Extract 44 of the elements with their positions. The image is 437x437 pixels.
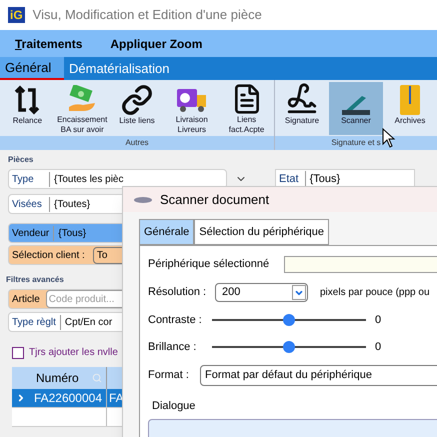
group-label: Autres <box>125 137 149 149</box>
checkbox-label: Tjrs ajouter les nvlle <box>29 346 118 360</box>
slider-value: 0 <box>375 313 382 328</box>
menu-item[interactable]: Traitements <box>15 34 82 52</box>
field-label: Brillance : <box>148 340 198 354</box>
table-cell-text: FA22600004 <box>34 390 102 407</box>
ribbon-button[interactable]: Livraison Livreurs <box>164 82 219 135</box>
field-label: Résolution : <box>148 285 208 300</box>
filter-label: Vendeur <box>12 226 54 240</box>
unit-label: pixels par pouce (ppp ou <box>320 286 430 300</box>
format-combo[interactable]: Format par défaut du périphérique <box>200 365 437 386</box>
ribbon-button[interactable]: Liste liens <box>110 82 164 135</box>
section-label: Filtres avancés <box>5 274 65 286</box>
field-label: Contraste : <box>148 313 203 328</box>
filter-label: Article <box>12 292 41 306</box>
filter-value[interactable]: {Toutes} <box>50 196 90 212</box>
tab[interactable]: Sélection du périphérique <box>194 219 330 245</box>
slider-value: 0 <box>375 340 382 354</box>
filter-value[interactable]: Cpt/En cor <box>60 314 112 330</box>
tab[interactable]: Générale <box>139 219 194 245</box>
app-icon: iG <box>8 7 25 23</box>
tab[interactable]: Dématérialisation <box>64 57 174 80</box>
field-label: Format : <box>148 368 190 384</box>
filter-label: Type <box>12 172 50 186</box>
window-title: Visu, Modification et Edition d'une pièce <box>32 6 262 24</box>
ribbon-button[interactable]: Signature <box>275 82 329 135</box>
filter-value[interactable]: {Tous} <box>306 170 340 188</box>
section-label: Pièces <box>7 154 34 166</box>
filter-value[interactable]: {Tous} <box>54 226 86 240</box>
ribbon-button[interactable]: Relance <box>0 82 54 135</box>
filter-value[interactable]: {Toutes les pièc <box>50 172 124 186</box>
ribbon-button[interactable]: Encaissement BA sur avoir <box>55 82 110 135</box>
group-label: Signature et s <box>331 137 381 149</box>
resolution-combo[interactable]: 200 <box>215 283 308 302</box>
filter-label: Sélection client : <box>12 248 86 262</box>
tab[interactable]: Général <box>0 57 64 80</box>
filter-label: Type règlt <box>12 314 61 330</box>
ribbon-button[interactable]: Liens fact.Acpte <box>220 82 274 135</box>
filter-label: Visées <box>12 196 50 212</box>
dialog-title: Scanner document <box>160 190 270 209</box>
field-label: Périphérique sélectionné <box>148 257 270 272</box>
menu-item[interactable]: Appliquer Zoom <box>110 34 202 52</box>
ribbon-button[interactable]: Scanner <box>329 82 383 135</box>
ribbon-button[interactable]: Archives <box>383 82 437 135</box>
